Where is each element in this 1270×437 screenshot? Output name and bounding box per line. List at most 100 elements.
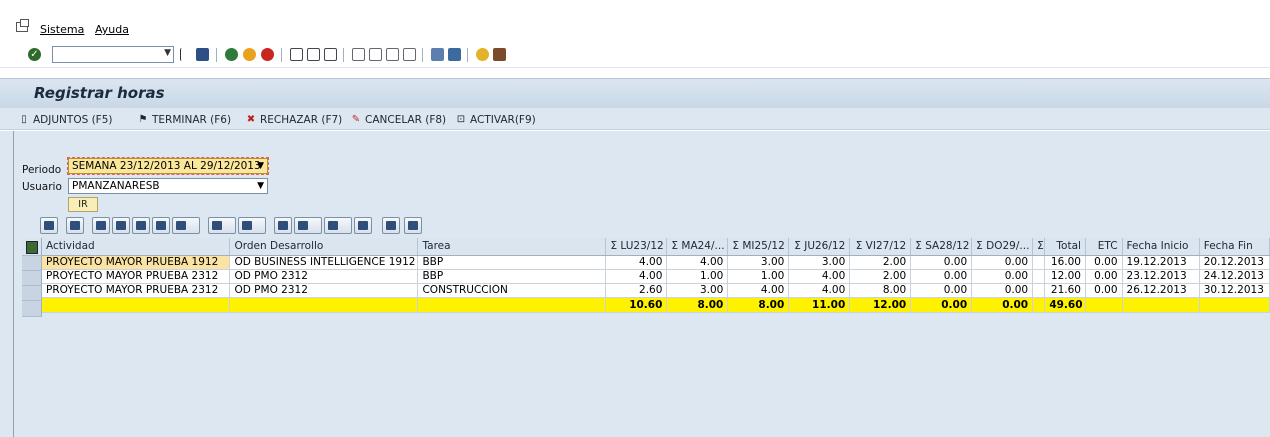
- table-row[interactable]: PROYECTO MAYOR PRUEBA 2312 OD PMO 2312 B…: [42, 269, 1270, 284]
- cell-ju[interactable]: 3.00: [788, 255, 851, 270]
- next-page-icon[interactable]: [386, 48, 399, 61]
- cell-do[interactable]: 0.00: [971, 255, 1034, 270]
- cell-actividad[interactable]: PROYECTO MAYOR PRUEBA 1912: [42, 255, 231, 270]
- periodo-dropdown[interactable]: SEMANA 23/12/2013 AL 29/12/2013 ▼: [67, 157, 269, 175]
- col-header-tarea[interactable]: Tarea: [417, 238, 607, 256]
- first-page-icon[interactable]: [352, 48, 365, 61]
- cell-etc[interactable]: 0.00: [1085, 269, 1123, 284]
- cell-tarea[interactable]: BBP: [417, 255, 607, 270]
- menu-sistema[interactable]: Sistema: [40, 23, 84, 36]
- col-header-orden[interactable]: Orden Desarrollo: [229, 238, 419, 256]
- back-icon[interactable]: [225, 48, 238, 61]
- cell-actividad[interactable]: PROYECTO MAYOR PRUEBA 2312: [42, 283, 231, 298]
- col-header-fecha-fin[interactable]: Fecha Fin: [1199, 238, 1270, 256]
- cell-vi[interactable]: 2.00: [849, 255, 912, 270]
- col-header-actividad[interactable]: Actividad: [42, 238, 231, 256]
- col-header-lu[interactable]: Σ LU23/12: [605, 238, 668, 256]
- find-next-icon[interactable]: [152, 217, 170, 234]
- cancelar-button[interactable]: ✎ CANCELAR (F8): [350, 112, 446, 127]
- cell-tarea[interactable]: BBP: [417, 269, 607, 284]
- cell-mi[interactable]: 1.00: [727, 269, 790, 284]
- cell-ma[interactable]: 3.00: [666, 283, 729, 298]
- select-all-icon[interactable]: [22, 238, 42, 256]
- details-icon[interactable]: [40, 217, 58, 234]
- table-row[interactable]: PROYECTO MAYOR PRUEBA 2312 OD PMO 2312 C…: [42, 283, 1270, 298]
- row-selector[interactable]: [22, 271, 42, 286]
- cell-total[interactable]: 21.60: [1044, 283, 1086, 298]
- cell-sa[interactable]: 0.00: [910, 255, 973, 270]
- previous-page-icon[interactable]: [369, 48, 382, 61]
- col-header-do[interactable]: Σ DO29/...: [971, 238, 1034, 256]
- grid-icon[interactable]: [354, 217, 372, 234]
- info-icon[interactable]: [404, 217, 422, 234]
- layout-icon[interactable]: [493, 48, 506, 61]
- refresh-icon[interactable]: [66, 217, 84, 234]
- row-selector[interactable]: [22, 286, 42, 301]
- rechazar-button[interactable]: ✖ RECHAZAR (F7): [245, 112, 342, 127]
- cell-fecha-fin[interactable]: 30.12.2013: [1199, 283, 1270, 298]
- usuario-dropdown[interactable]: PMANZANARESB ▼: [68, 178, 268, 194]
- sum-icon[interactable]: [208, 217, 236, 234]
- col-header-etc[interactable]: ETC: [1085, 238, 1123, 256]
- col-header-sum[interactable]: Σ: [1032, 238, 1046, 256]
- set-filter-icon[interactable]: [172, 217, 200, 234]
- cell-fecha-fin[interactable]: 20.12.2013: [1199, 255, 1270, 270]
- cell-sa[interactable]: 0.00: [910, 283, 973, 298]
- cell-lu[interactable]: 2.60: [605, 283, 668, 298]
- print-preview-icon[interactable]: [274, 217, 292, 234]
- activar-button[interactable]: ⊡ ACTIVAR(F9): [455, 112, 536, 127]
- cell-vi[interactable]: 2.00: [849, 269, 912, 284]
- cell-total[interactable]: 12.00: [1044, 269, 1086, 284]
- col-header-total[interactable]: Total: [1044, 238, 1086, 256]
- cell-fecha-inicio[interactable]: 23.12.2013: [1122, 269, 1200, 284]
- cell-actividad[interactable]: PROYECTO MAYOR PRUEBA 2312: [42, 269, 231, 284]
- col-header-ju[interactable]: Σ JU26/12: [788, 238, 851, 256]
- row-selector[interactable]: [22, 256, 42, 271]
- col-header-ma[interactable]: Σ MA24/...: [666, 238, 729, 256]
- cell-orden[interactable]: OD PMO 2312: [229, 283, 419, 298]
- cell-mi[interactable]: 4.00: [727, 283, 790, 298]
- graphic-icon[interactable]: [382, 217, 400, 234]
- cell-ma[interactable]: 4.00: [666, 255, 729, 270]
- subtotal-icon[interactable]: [238, 217, 266, 234]
- chevron-down-icon[interactable]: ▼: [257, 179, 264, 193]
- cell-do[interactable]: 0.00: [971, 283, 1034, 298]
- cell-fecha-fin[interactable]: 24.12.2013: [1199, 269, 1270, 284]
- cell-sa[interactable]: 0.00: [910, 269, 973, 284]
- cell-etc[interactable]: 0.00: [1085, 255, 1123, 270]
- col-header-fecha-inicio[interactable]: Fecha Inicio: [1122, 238, 1200, 256]
- menu-ayuda[interactable]: Ayuda: [95, 23, 129, 36]
- terminar-button[interactable]: ⚑ TERMINAR (F6): [137, 112, 232, 127]
- col-header-sa[interactable]: Σ SA28/12: [910, 238, 973, 256]
- find-next-icon[interactable]: [324, 48, 337, 61]
- print-icon[interactable]: [92, 217, 110, 234]
- command-field[interactable]: ▼: [52, 46, 174, 63]
- cell-tarea[interactable]: CONSTRUCCIÓN: [417, 283, 607, 298]
- help-icon[interactable]: [476, 48, 489, 61]
- shortcut-icon[interactable]: [448, 48, 461, 61]
- chevron-down-icon[interactable]: ▼: [257, 159, 264, 173]
- row-selector[interactable]: [22, 301, 42, 317]
- cell-ju[interactable]: 4.00: [788, 283, 851, 298]
- cell-orden[interactable]: OD PMO 2312: [229, 269, 419, 284]
- table-row[interactable]: PROYECTO MAYOR PRUEBA 1912 OD BUSINESS I…: [42, 255, 1270, 270]
- print-icon[interactable]: [290, 48, 303, 61]
- cell-ma[interactable]: 1.00: [666, 269, 729, 284]
- cell-total[interactable]: 16.00: [1044, 255, 1086, 270]
- back-arrow-icon[interactable]: [180, 48, 188, 61]
- ir-button[interactable]: IR: [68, 197, 98, 212]
- col-header-vi[interactable]: Σ VI27/12: [849, 238, 912, 256]
- new-session-icon[interactable]: [431, 48, 444, 61]
- enter-check-icon[interactable]: ✓: [28, 48, 41, 61]
- cell-fecha-inicio[interactable]: 19.12.2013: [1122, 255, 1200, 270]
- filter-icon[interactable]: [112, 217, 130, 234]
- cancel-icon[interactable]: [261, 48, 274, 61]
- last-page-icon[interactable]: [403, 48, 416, 61]
- find-icon[interactable]: [307, 48, 320, 61]
- cell-lu[interactable]: 4.00: [605, 255, 668, 270]
- export-icon[interactable]: [294, 217, 322, 234]
- cell-fecha-inicio[interactable]: 26.12.2013: [1122, 283, 1200, 298]
- col-header-mi[interactable]: Σ MI25/12: [727, 238, 790, 256]
- cell-lu[interactable]: 4.00: [605, 269, 668, 284]
- cell-mi[interactable]: 3.00: [727, 255, 790, 270]
